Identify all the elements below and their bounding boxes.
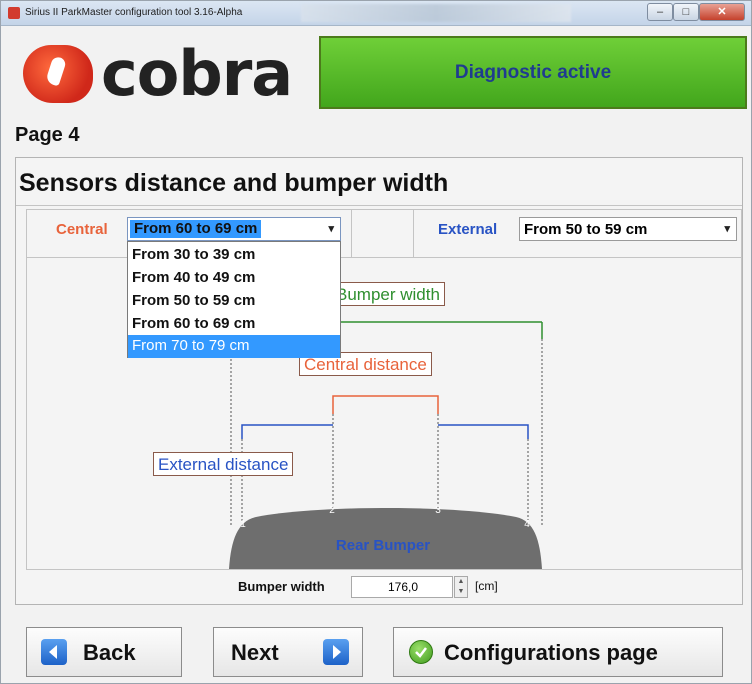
bumper-width-spinner[interactable]: ▲ ▼	[454, 576, 468, 598]
arrow-right-icon	[323, 639, 349, 665]
cobra-logo-icon	[23, 45, 93, 103]
app-icon	[8, 7, 20, 19]
bumper-width-diagram-label: Bumper width	[331, 282, 445, 306]
sensor-3-label: 3	[435, 505, 441, 516]
chevron-down-icon[interactable]: ▾	[328, 222, 334, 235]
sensor-1-label: 1	[240, 519, 246, 530]
configurations-page-button[interactable]: Configurations page	[393, 627, 723, 677]
title-bar: Sirius II ParkMaster configuration tool …	[1, 1, 751, 26]
external-selected-value: From 50 to 59 cm	[524, 221, 648, 238]
divider	[351, 209, 352, 257]
dropdown-option[interactable]: From 30 to 39 cm	[128, 244, 340, 267]
window-title: Sirius II ParkMaster configuration tool …	[25, 7, 243, 18]
panel-title: Sensors distance and bumper width	[19, 169, 449, 197]
bumper-width-input[interactable]: 176,0	[351, 576, 453, 598]
rear-bumper-label: Rear Bumper	[336, 537, 430, 554]
diagnostic-status-text: Diagnostic active	[454, 61, 612, 83]
page-label: Page 4	[15, 124, 80, 146]
dropdown-option-highlighted[interactable]: From 70 to 79 cm	[128, 335, 340, 358]
external-distance-diagram-label: External distance	[153, 452, 294, 476]
dropdown-option[interactable]: From 60 to 69 cm	[128, 313, 340, 336]
arrow-left-icon	[41, 639, 67, 665]
brand-logo: cobra	[11, 29, 311, 110]
divider	[16, 205, 742, 206]
maximize-button[interactable]: □	[673, 3, 699, 21]
configurations-page-label: Configurations page	[444, 640, 658, 665]
next-button[interactable]: Next	[213, 627, 363, 677]
dropdown-option[interactable]: From 50 to 59 cm	[128, 290, 340, 313]
chevron-down-icon[interactable]: ▾	[724, 222, 730, 235]
app-window: Sirius II ParkMaster configuration tool …	[0, 0, 752, 684]
minimize-button[interactable]: –	[647, 3, 673, 21]
central-distance-line	[332, 395, 439, 414]
divider	[413, 209, 414, 257]
next-button-label: Next	[231, 640, 279, 665]
bumper-width-unit: [cm]	[475, 579, 498, 593]
logo-text: cobra	[101, 37, 293, 110]
sensor-4-label: 4	[524, 519, 530, 530]
diagnostic-status-banner: Diagnostic active	[319, 36, 747, 109]
bumper-width-field-label: Bumper width	[238, 579, 325, 594]
divider	[26, 569, 742, 570]
external-distance-right-line	[438, 424, 529, 439]
bumper-width-value: 176,0	[388, 580, 419, 594]
external-label: External	[438, 221, 498, 238]
external-distance-select[interactable]: From 50 to 59 cm ▾	[519, 217, 737, 241]
external-distance-left-line	[241, 424, 333, 439]
central-distance-dropdown-list[interactable]: From 30 to 39 cm From 40 to 49 cm From 5…	[127, 241, 341, 358]
central-distance-select[interactable]: From 60 to 69 cm ▾	[127, 217, 341, 241]
central-label: Central	[56, 221, 108, 238]
spin-up-icon[interactable]: ▲	[455, 577, 467, 587]
check-icon	[409, 640, 433, 664]
back-button[interactable]: Back	[26, 627, 182, 677]
background-window-blur	[301, 4, 571, 22]
dropdown-option[interactable]: From 40 to 49 cm	[128, 267, 340, 290]
back-button-label: Back	[83, 640, 136, 665]
close-button[interactable]: ✕	[699, 3, 745, 21]
central-selected-value: From 60 to 69 cm	[130, 220, 262, 238]
sensor-2-label: 2	[329, 505, 335, 516]
spin-down-icon[interactable]: ▼	[455, 587, 467, 597]
divider	[26, 209, 742, 210]
